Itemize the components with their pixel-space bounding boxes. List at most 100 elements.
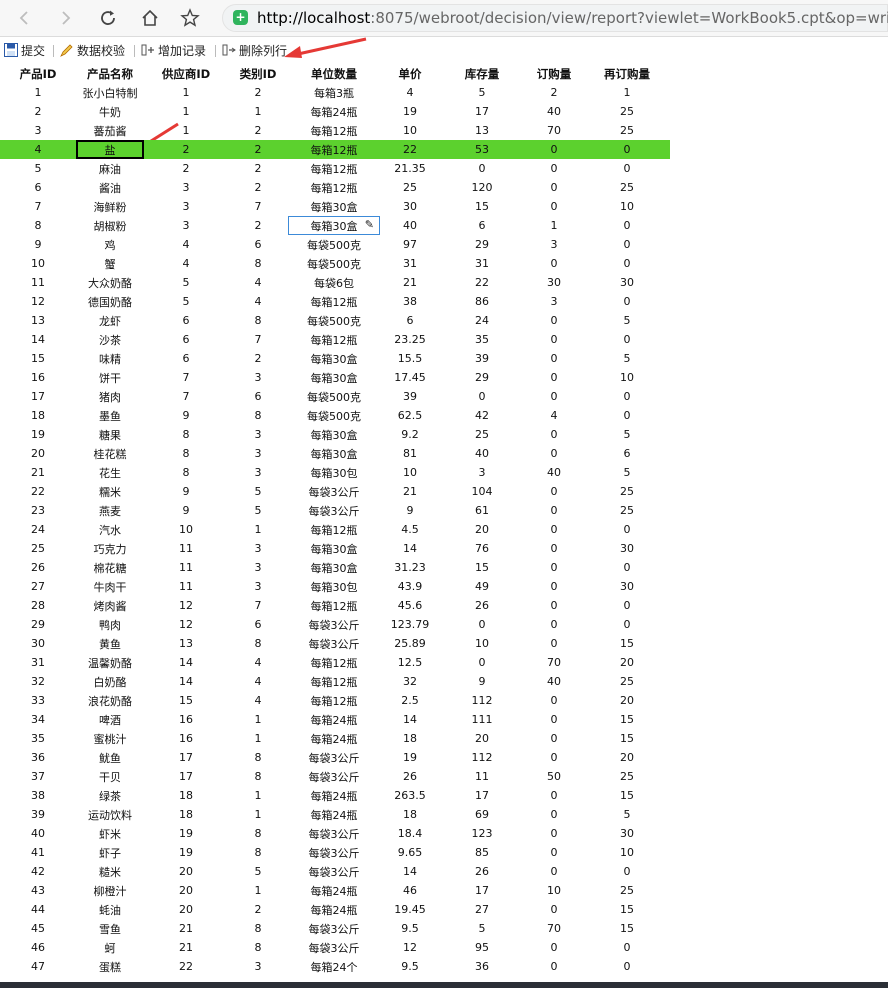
cell-category-id[interactable]: 5: [228, 501, 288, 520]
cell-supplier-id[interactable]: 5: [144, 273, 228, 292]
cell-unit-quantity[interactable]: 每袋500克: [288, 254, 380, 273]
cell-reorder[interactable]: 0: [584, 520, 670, 539]
cell-supplier-id[interactable]: 6: [144, 330, 228, 349]
cell-unit-quantity[interactable]: 每袋500克: [288, 387, 380, 406]
cell-unit-quantity[interactable]: 每箱24瓶: [288, 805, 380, 824]
cell-stock[interactable]: 76: [440, 539, 524, 558]
cell-supplier-id[interactable]: 10: [144, 520, 228, 539]
cell-unit-price[interactable]: 123.79: [380, 615, 440, 634]
cell-product-id[interactable]: 7: [0, 197, 76, 216]
cell-stock[interactable]: 11: [440, 767, 524, 786]
cell-ordered[interactable]: 0: [524, 444, 584, 463]
cell-ordered[interactable]: 4: [524, 406, 584, 425]
cell-ordered[interactable]: 0: [524, 425, 584, 444]
cell-unit-quantity[interactable]: 每袋3公斤: [288, 482, 380, 501]
cell-supplier-id[interactable]: 8: [144, 444, 228, 463]
cell-reorder[interactable]: 30: [584, 539, 670, 558]
cell-product-name[interactable]: 燕麦: [76, 501, 144, 520]
cell-ordered[interactable]: 0: [524, 140, 584, 159]
cell-unit-price[interactable]: 81: [380, 444, 440, 463]
cell-product-name[interactable]: 蛋糕: [76, 957, 144, 976]
cell-ordered[interactable]: 0: [524, 178, 584, 197]
cell-reorder[interactable]: 30: [584, 577, 670, 596]
cell-stock[interactable]: 20: [440, 729, 524, 748]
cell-supplier-id[interactable]: 18: [144, 786, 228, 805]
cell-category-id[interactable]: 1: [228, 729, 288, 748]
cell-reorder[interactable]: 0: [584, 558, 670, 577]
cell-supplier-id[interactable]: 20: [144, 900, 228, 919]
cell-unit-quantity[interactable]: 每箱24瓶: [288, 729, 380, 748]
cell-unit-quantity[interactable]: 每袋3公斤: [288, 634, 380, 653]
cell-ordered[interactable]: 70: [524, 121, 584, 140]
cell-unit-quantity[interactable]: 每箱12瓶: [288, 653, 380, 672]
cell-ordered[interactable]: 0: [524, 957, 584, 976]
cell-product-name[interactable]: 糖果: [76, 425, 144, 444]
cell-ordered[interactable]: 10: [524, 881, 584, 900]
cell-product-name[interactable]: 烤肉酱: [76, 596, 144, 615]
cell-product-name[interactable]: 雪鱼: [76, 919, 144, 938]
cell-supplier-id[interactable]: 6: [144, 349, 228, 368]
cell-unit-quantity[interactable]: 每箱24瓶: [288, 786, 380, 805]
cell-supplier-id[interactable]: 22: [144, 957, 228, 976]
cell-unit-price[interactable]: 21: [380, 482, 440, 501]
cell-category-id[interactable]: 3: [228, 463, 288, 482]
cell-stock[interactable]: 69: [440, 805, 524, 824]
cell-supplier-id[interactable]: 20: [144, 881, 228, 900]
cell-ordered[interactable]: 40: [524, 102, 584, 121]
cell-supplier-id[interactable]: 13: [144, 634, 228, 653]
cell-unit-price[interactable]: 45.6: [380, 596, 440, 615]
cell-supplier-id[interactable]: 6: [144, 311, 228, 330]
cell-stock[interactable]: 120: [440, 178, 524, 197]
cell-product-name[interactable]: 牛肉干: [76, 577, 144, 596]
cell-supplier-id[interactable]: 11: [144, 539, 228, 558]
cell-unit-price[interactable]: 19: [380, 748, 440, 767]
cell-reorder[interactable]: 30: [584, 824, 670, 843]
cell-reorder[interactable]: 10: [584, 197, 670, 216]
cell-reorder[interactable]: 25: [584, 767, 670, 786]
cell-ordered[interactable]: 0: [524, 501, 584, 520]
cell-product-name[interactable]: 虾子: [76, 843, 144, 862]
cell-unit-quantity[interactable]: 每箱24个: [288, 957, 380, 976]
cell-product-id[interactable]: 20: [0, 444, 76, 463]
cell-unit-price[interactable]: 25.89: [380, 634, 440, 653]
cell-category-id[interactable]: 8: [228, 311, 288, 330]
cell-supplier-id[interactable]: 21: [144, 919, 228, 938]
cell-unit-quantity[interactable]: 每箱12瓶: [288, 330, 380, 349]
cell-reorder[interactable]: 5: [584, 311, 670, 330]
cell-product-id[interactable]: 33: [0, 691, 76, 710]
cell-product-name[interactable]: 糯米: [76, 482, 144, 501]
cell-product-name[interactable]: 蚝油: [76, 900, 144, 919]
cell-unit-quantity[interactable]: 每袋3公斤: [288, 824, 380, 843]
cell-product-id[interactable]: 4: [0, 140, 76, 159]
cell-unit-quantity[interactable]: 每箱30包: [288, 463, 380, 482]
cell-product-id[interactable]: 34: [0, 710, 76, 729]
cell-unit-quantity[interactable]: 每袋500克: [288, 406, 380, 425]
cell-unit-price[interactable]: 14: [380, 710, 440, 729]
cell-category-id[interactable]: 6: [228, 387, 288, 406]
cell-product-id[interactable]: 17: [0, 387, 76, 406]
cell-product-id[interactable]: 35: [0, 729, 76, 748]
cell-category-id[interactable]: 1: [228, 805, 288, 824]
cell-product-name[interactable]: 味精: [76, 349, 144, 368]
cell-ordered[interactable]: 0: [524, 843, 584, 862]
cell-product-name[interactable]: 虾米: [76, 824, 144, 843]
cell-category-id[interactable]: 2: [228, 900, 288, 919]
cell-ordered[interactable]: 0: [524, 577, 584, 596]
cell-unit-quantity[interactable]: 每箱12瓶: [288, 159, 380, 178]
cell-product-id[interactable]: 46: [0, 938, 76, 957]
cell-supplier-id[interactable]: 19: [144, 824, 228, 843]
cell-supplier-id[interactable]: 4: [144, 235, 228, 254]
cell-unit-price[interactable]: 21.35: [380, 159, 440, 178]
cell-supplier-id[interactable]: 1: [144, 121, 228, 140]
cell-category-id[interactable]: 3: [228, 577, 288, 596]
cell-stock[interactable]: 0: [440, 653, 524, 672]
cell-product-id[interactable]: 27: [0, 577, 76, 596]
cell-ordered[interactable]: 0: [524, 900, 584, 919]
cell-product-id[interactable]: 21: [0, 463, 76, 482]
cell-unit-price[interactable]: 9.5: [380, 957, 440, 976]
cell-unit-price[interactable]: 4: [380, 83, 440, 102]
cell-product-id[interactable]: 40: [0, 824, 76, 843]
cell-category-id[interactable]: 8: [228, 406, 288, 425]
cell-supplier-id[interactable]: 7: [144, 368, 228, 387]
cell-stock[interactable]: 39: [440, 349, 524, 368]
